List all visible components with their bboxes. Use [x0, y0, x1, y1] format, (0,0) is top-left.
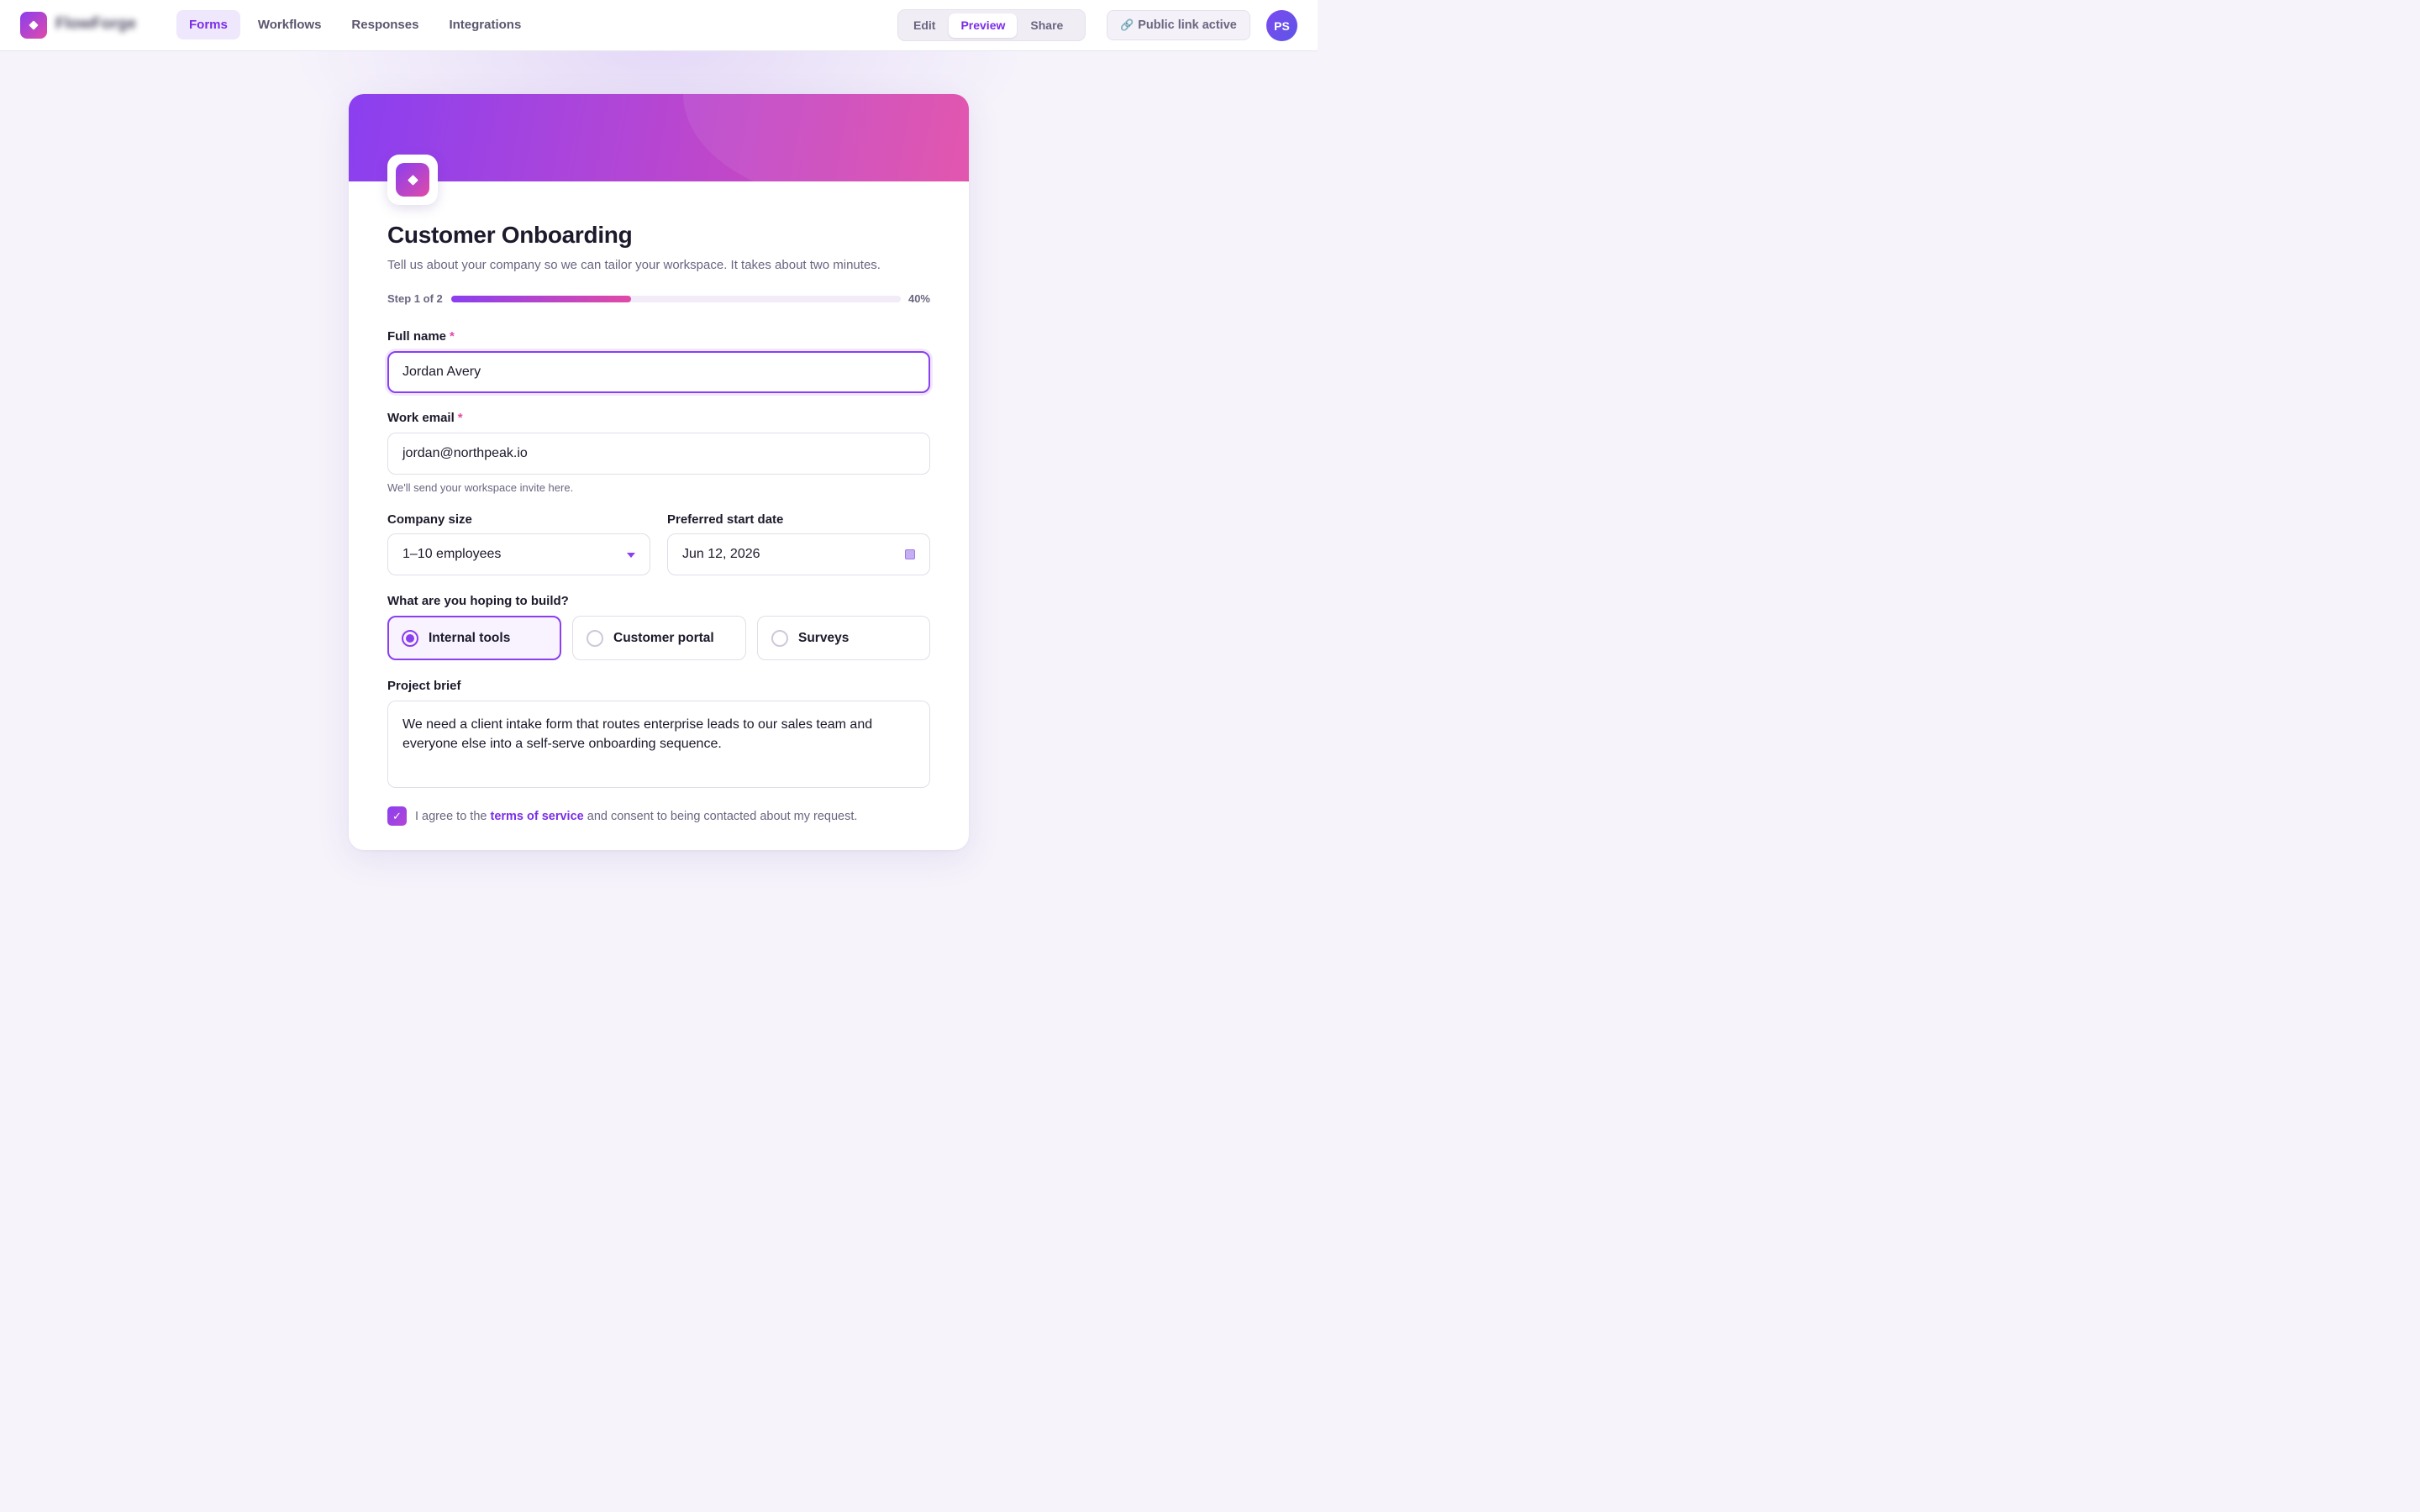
progress-percent: 40%: [908, 292, 930, 305]
work-email-helper: We'll send your workspace invite here.: [387, 481, 574, 494]
company-size-label: Company size: [387, 512, 472, 527]
nav-item-integrations[interactable]: Integrations: [436, 10, 534, 39]
nav-item-workflows[interactable]: Workflows: [245, 10, 334, 39]
terms-link[interactable]: terms of service: [490, 810, 583, 823]
calendar-icon[interactable]: [905, 549, 915, 559]
company-size-value: 1–10 employees: [402, 547, 502, 561]
build-goal-label: What are you hoping to build?: [387, 594, 569, 608]
choice-surveys[interactable]: Surveys: [757, 616, 930, 660]
required-mark: *: [457, 411, 463, 425]
form-banner: [349, 94, 969, 181]
nav-item-forms[interactable]: Forms: [176, 10, 240, 39]
top-bar: FlowForge Forms Workflows Responses Inte…: [0, 0, 1318, 51]
progress: Step 1 of 2 40%: [387, 292, 930, 306]
form-subtitle: Tell us about your company so we can tai…: [387, 258, 881, 272]
mode-edit-button[interactable]: Edit: [902, 13, 947, 38]
chevron-down-icon: [627, 553, 635, 558]
company-size-select[interactable]: 1–10 employees: [387, 533, 650, 575]
choice-label: Customer portal: [613, 630, 714, 645]
form-badge-icon: [387, 155, 438, 205]
link-icon: 🔗: [1120, 18, 1134, 31]
user-avatar[interactable]: PS: [1266, 10, 1297, 41]
start-date-value: Jun 12, 2026: [682, 547, 760, 561]
work-email-label-text: Work email: [387, 411, 455, 425]
full-name-input[interactable]: Jordan Avery: [387, 351, 930, 393]
consent-suffix: and consent to being contacted about my …: [587, 809, 858, 823]
choice-customer-portal[interactable]: Customer portal: [572, 616, 746, 660]
radio-icon: [587, 629, 603, 647]
radio-selected-icon: [402, 629, 418, 647]
consent-text: I agree to the terms of service and cons…: [415, 810, 857, 823]
main-nav: Forms Workflows Responses Integrations: [176, 10, 534, 39]
full-name-label-text: Full name: [387, 329, 447, 344]
mode-switcher: Edit Preview Share: [897, 9, 1086, 41]
work-email-label: Work email *: [387, 411, 463, 425]
public-link-button[interactable]: 🔗 Public link active: [1107, 10, 1250, 40]
start-date-label: Preferred start date: [667, 512, 784, 527]
required-mark: *: [450, 329, 455, 344]
consent-row: ✓ I agree to the terms of service and co…: [387, 806, 857, 826]
brand-name: FlowForge: [55, 15, 137, 33]
full-name-label: Full name *: [387, 329, 455, 344]
progress-track: [451, 296, 901, 302]
project-brief-label: Project brief: [387, 679, 461, 693]
choice-internal-tools[interactable]: Internal tools: [387, 616, 561, 660]
nav-item-responses[interactable]: Responses: [339, 10, 431, 39]
consent-checkbox[interactable]: ✓: [387, 806, 407, 826]
radio-icon: [771, 629, 788, 647]
progress-fill: [451, 296, 631, 302]
form-title: Customer Onboarding: [387, 222, 633, 248]
app-logo-icon[interactable]: [20, 12, 47, 39]
work-email-input[interactable]: jordan@northpeak.io: [387, 433, 930, 475]
mode-preview-button[interactable]: Preview: [949, 13, 1018, 38]
start-date-input[interactable]: Jun 12, 2026: [667, 533, 930, 575]
choice-label: Surveys: [798, 630, 850, 645]
form-card: Customer Onboarding Tell us about your c…: [349, 94, 969, 850]
project-brief-textarea[interactable]: We need a client intake form that routes…: [387, 701, 930, 788]
progress-step-label: Step 1 of 2: [387, 292, 443, 305]
public-link-label: Public link active: [1138, 18, 1237, 32]
consent-prefix: I agree to the: [415, 809, 487, 823]
mode-share-button[interactable]: Share: [1018, 13, 1075, 38]
choice-label: Internal tools: [429, 630, 511, 645]
